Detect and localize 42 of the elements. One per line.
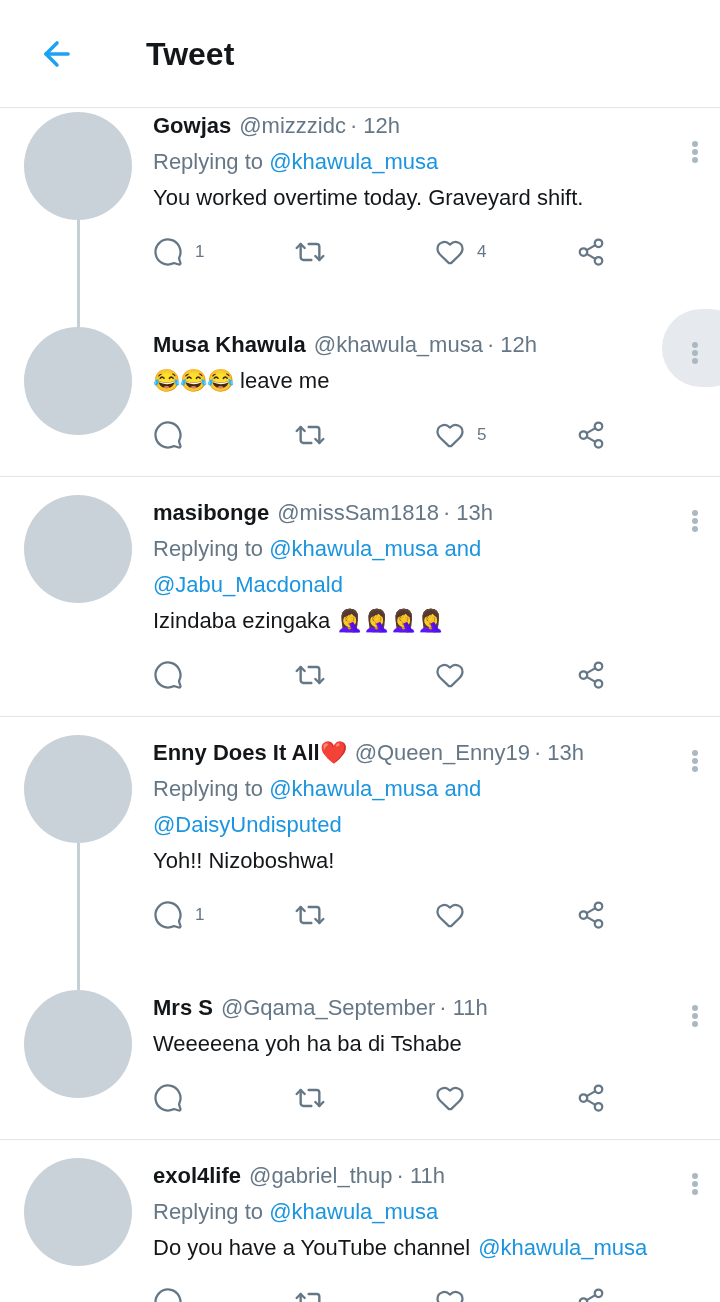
mention-link[interactable]: @khawula_musa — [269, 1199, 439, 1224]
user-handle: @gabriel_thup — [249, 1163, 393, 1188]
user-name: Mrs S — [153, 995, 213, 1020]
tweet-time: · 11h — [396, 1163, 445, 1188]
tweet-text: You worked overtime today. Graveyard shift. — [153, 185, 584, 210]
user-name: masibonge — [153, 500, 270, 525]
tweet-text: Do you have a YouTube channel — [153, 1235, 471, 1260]
mention-link[interactable]: @DaisyUndisputed — [153, 812, 342, 837]
user-handle: @Queen_Enny19 — [354, 740, 530, 765]
user-name: Musa Khawula — [153, 332, 306, 357]
mention-link[interactable]: @khawula_musa — [269, 776, 439, 801]
mention-link[interactable]: @khawula_musa — [269, 536, 439, 561]
user-handle: @missSam1818 — [277, 500, 439, 525]
tweet-text: Weeeeena yoh ha ba di Tshabe — [153, 1031, 462, 1056]
conjunction: and — [443, 776, 482, 801]
count-label: 1 — [195, 904, 205, 927]
mention-link[interactable]: @Jabu_Macdonald — [153, 572, 343, 597]
tweet-time: · 12h — [486, 332, 538, 357]
tweet-text: 😂😂😂 leave me — [153, 368, 330, 393]
count-label: 5 — [477, 424, 487, 447]
page-title: Tweet — [146, 34, 235, 74]
mention-link[interactable]: @khawula_musa — [478, 1235, 648, 1260]
replying-label: Replying to — [153, 776, 265, 801]
tweet-time: · 13h — [533, 740, 585, 765]
tweet-text: Izindaba ezingaka 🤦‍♀🤦‍♀🤦‍♀🤦‍♀ — [153, 608, 445, 633]
replying-label: Replying to — [153, 149, 265, 174]
user-handle: @Gqama_September — [220, 995, 436, 1020]
user-name: Enny Does It All❤ — [153, 740, 347, 765]
replying-label: Replying to — [153, 1199, 265, 1224]
tweet-time: · 12h — [349, 113, 401, 138]
replying-label: Replying to — [153, 536, 265, 561]
tweet-text: Yoh!! Nizoboshwa! — [153, 848, 335, 873]
mention-link[interactable]: @khawula_musa — [269, 149, 439, 174]
user-handle: @mizzzidc — [239, 113, 346, 138]
tweet-time: · 11h — [439, 995, 488, 1020]
user-handle: @khawula_musa — [313, 332, 483, 357]
tweet-time: · 13h — [442, 500, 494, 525]
user-name: Gowjas — [153, 113, 232, 138]
count-label: 4 — [477, 241, 487, 264]
conjunction: and — [443, 536, 482, 561]
user-name: exol4life — [153, 1163, 242, 1188]
count-label: 1 — [195, 241, 205, 264]
